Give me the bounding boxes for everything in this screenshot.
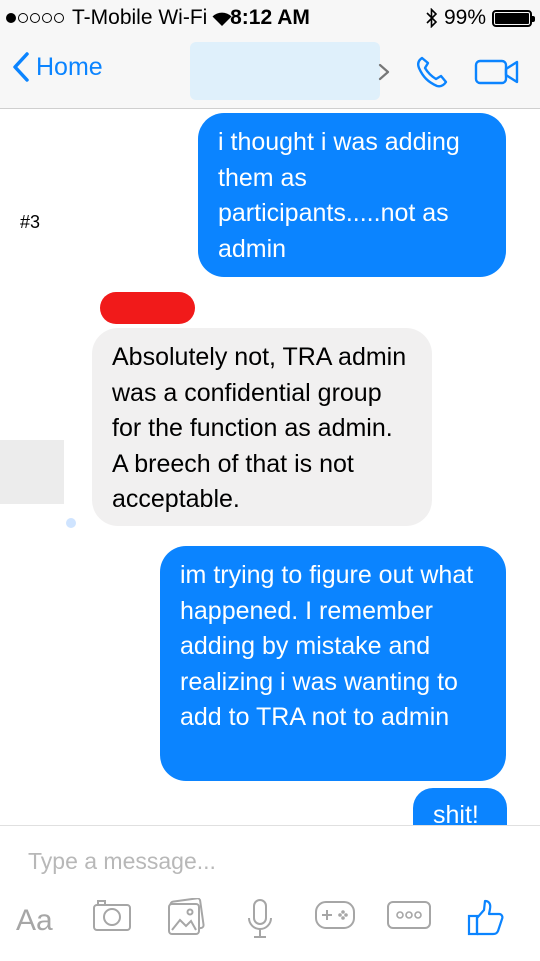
- message-bubble-outgoing[interactable]: i thought i was adding them as participa…: [198, 113, 506, 277]
- avatar[interactable]: [0, 440, 64, 504]
- message-composer: Type a message... Aa: [0, 825, 540, 961]
- chevron-right-icon[interactable]: [378, 63, 390, 81]
- battery-fill: [495, 12, 529, 24]
- phone-icon[interactable]: [414, 54, 450, 90]
- redacted-contact-name: [190, 42, 380, 100]
- conversation-header: Home: [0, 36, 540, 109]
- message-input[interactable]: Type a message...: [28, 848, 216, 875]
- status-bar: T-Mobile Wi-Fi 8:12 AM 99%: [0, 0, 540, 36]
- video-camera-icon[interactable]: [474, 57, 520, 87]
- microphone-icon[interactable]: [246, 898, 274, 940]
- back-button[interactable]: Home: [12, 52, 103, 82]
- status-right: 99%: [426, 6, 535, 30]
- thumbs-up-icon[interactable]: [466, 898, 506, 938]
- message-bubble-outgoing[interactable]: shit!: [413, 788, 507, 828]
- game-controller-icon[interactable]: [314, 898, 356, 932]
- camera-icon[interactable]: [92, 898, 132, 932]
- message-bubble-incoming[interactable]: Absolutely not, TRA admin was a confiden…: [92, 328, 432, 526]
- back-label: Home: [36, 52, 103, 81]
- text-format-button[interactable]: Aa: [16, 904, 53, 938]
- header-actions: [378, 54, 520, 90]
- bluetooth-icon: [426, 8, 438, 28]
- composer-toolbar: Aa: [0, 898, 540, 948]
- message-bubble-outgoing[interactable]: im trying to figure out what happened. I…: [160, 546, 506, 781]
- read-receipt-icon: [66, 518, 76, 528]
- more-icon[interactable]: [386, 898, 432, 932]
- back-chevron-icon: [13, 52, 29, 82]
- tag-label: #3: [20, 212, 41, 232]
- gallery-icon[interactable]: [166, 898, 206, 936]
- battery-icon: [492, 9, 535, 27]
- redacted-sender-name: [100, 292, 195, 324]
- battery-percent: 99%: [443, 6, 486, 29]
